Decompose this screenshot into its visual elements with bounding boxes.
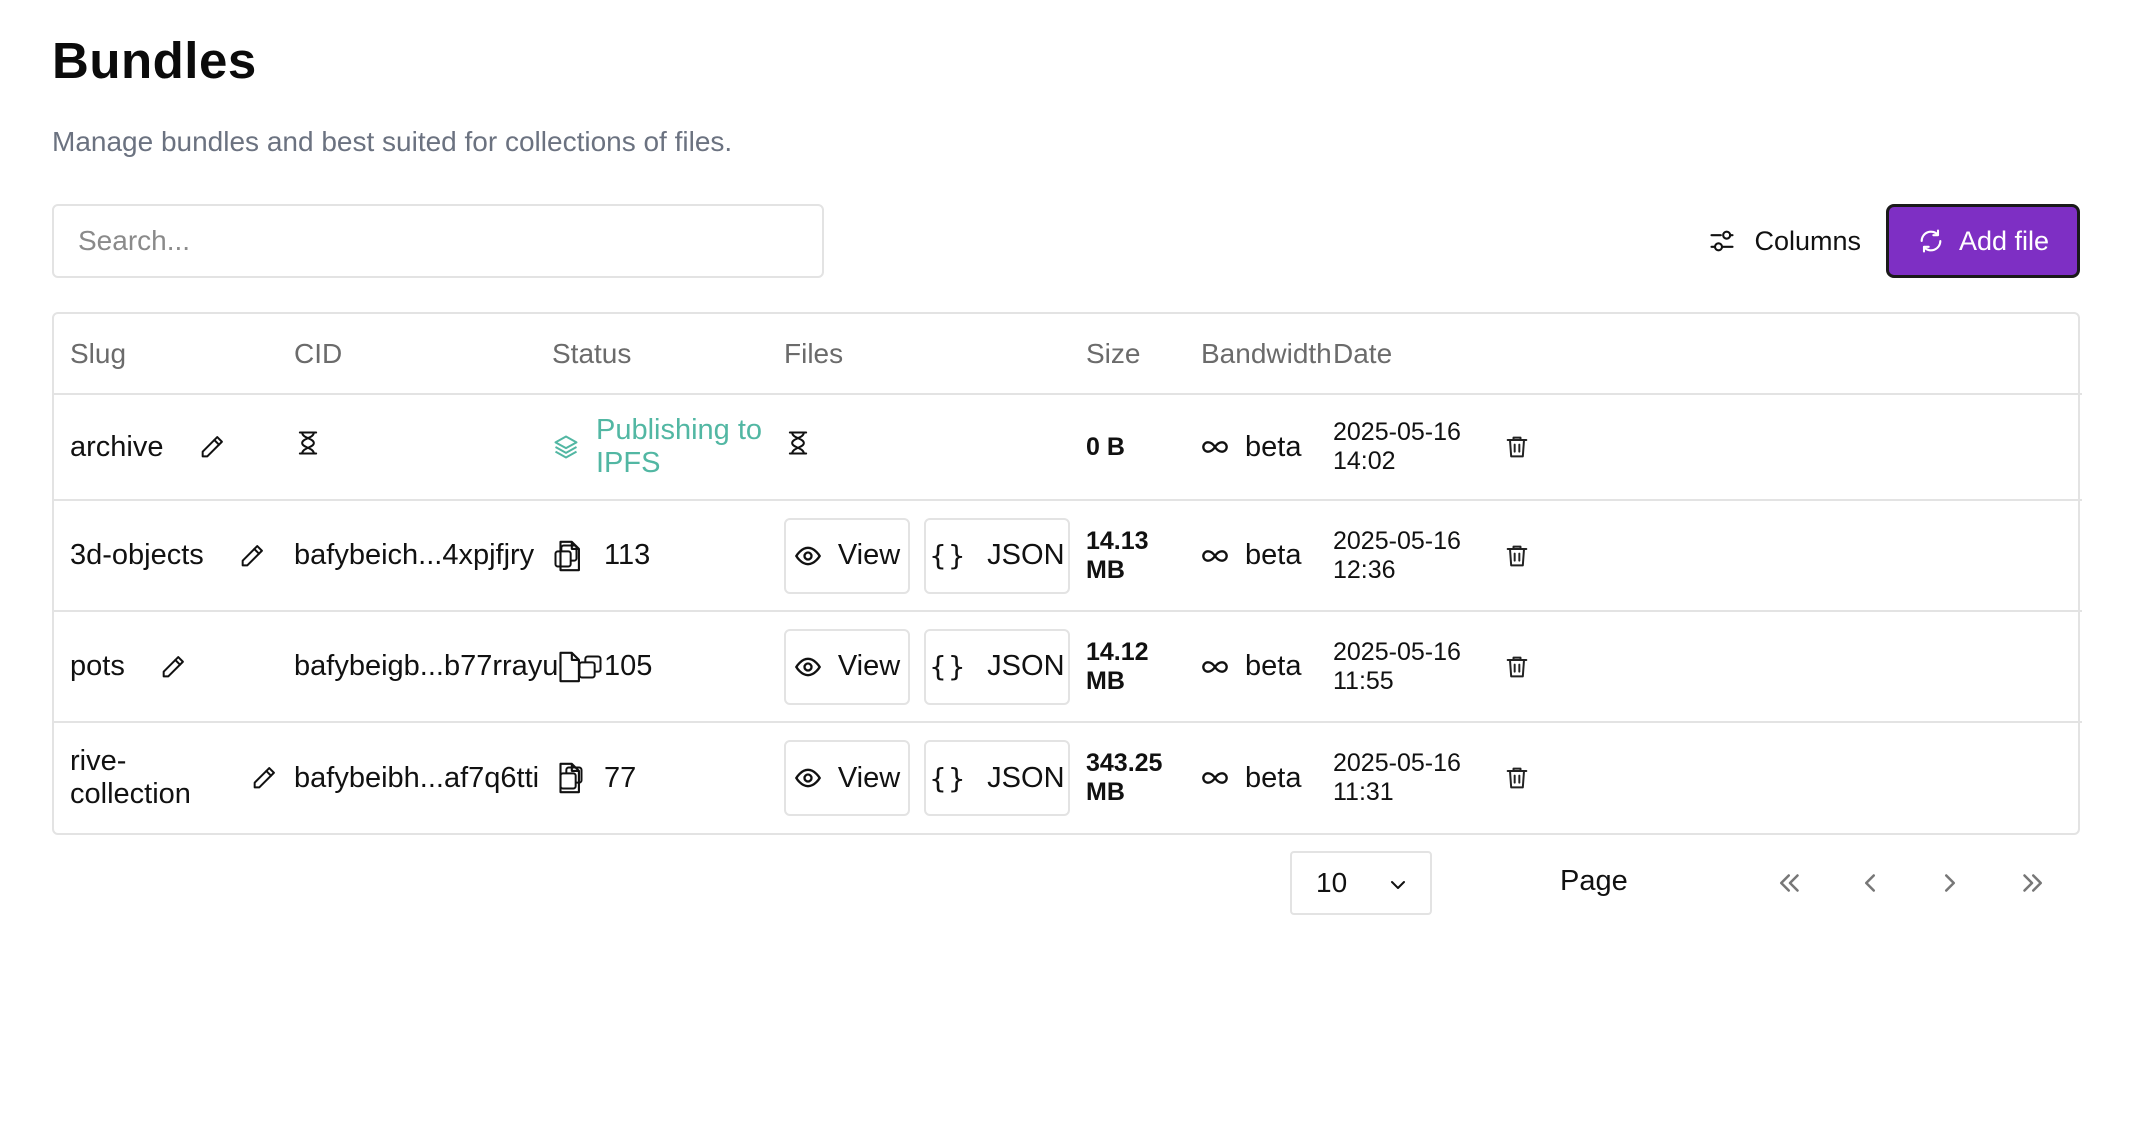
slug-text: archive	[70, 430, 164, 463]
column-header-bandwidth[interactable]: Bandwidth	[1185, 314, 1332, 395]
page-subtitle: Manage bundles and best suited for colle…	[52, 126, 733, 157]
previous-page-button[interactable]	[1852, 865, 1888, 901]
chevrons-left-icon	[1775, 868, 1805, 898]
bandwidth-text: beta	[1245, 761, 1302, 794]
columns-button[interactable]: Columns	[1704, 204, 1865, 278]
bandwidth-text: beta	[1245, 430, 1302, 463]
column-header-cid[interactable]: CID	[278, 314, 536, 395]
trash-icon[interactable]	[1503, 433, 1531, 461]
infinity-icon	[1201, 764, 1229, 792]
table-row: archive Publishing to IPFS 0 B beta 2025	[54, 394, 2082, 501]
date-text: 2025-05-16 14:02	[1317, 394, 1483, 501]
view-button[interactable]: View	[784, 517, 910, 594]
column-header-files[interactable]: Files	[768, 314, 1070, 395]
slug-text: 3d-objects	[70, 539, 204, 571]
file-count: 113	[604, 539, 651, 571]
column-header-date[interactable]: Date	[1317, 314, 1483, 395]
json-button[interactable]: {} JSON	[923, 517, 1070, 594]
eye-icon	[794, 653, 822, 681]
bundles-table: Slug CID Status Files Size Bandwidth Dat…	[52, 312, 2082, 835]
file-count: 105	[604, 650, 653, 682]
search-input[interactable]	[54, 206, 822, 276]
chevron-left-icon	[1855, 868, 1885, 898]
chevron-down-icon	[1386, 873, 1410, 897]
size-text: 0 B	[1070, 394, 1185, 501]
chevrons-right-icon	[2017, 868, 2047, 898]
json-button[interactable]: {} JSON	[923, 628, 1070, 705]
page-label: Page	[1560, 865, 1628, 897]
add-file-button[interactable]: Add file	[1886, 204, 2080, 278]
date-text: 2025-05-16 11:31	[1333, 749, 1461, 806]
refresh-icon	[1917, 227, 1945, 255]
view-label: View	[837, 539, 901, 571]
cid-text: bafybeich...4xpjfjry	[294, 539, 535, 571]
pencil-icon[interactable]	[238, 542, 266, 570]
json-button[interactable]: {} JSON	[923, 740, 1070, 816]
file-icon	[552, 650, 586, 684]
pencil-icon[interactable]	[250, 764, 278, 792]
pencil-icon[interactable]	[159, 653, 187, 681]
table-row: rive-collection bafybeibh...af7q6tti 77	[54, 722, 2082, 833]
view-button[interactable]: View	[784, 628, 910, 705]
slug-text: rive-collection	[70, 745, 191, 810]
page-title: Bundles	[52, 32, 257, 89]
date-text: 2025-05-16 12:36	[1317, 500, 1483, 612]
json-label: JSON	[987, 761, 1065, 794]
file-icon	[552, 761, 586, 795]
braces-icon: {}	[929, 761, 968, 795]
size-text: 343.25 MB	[1086, 749, 1163, 806]
slug-text: pots	[70, 650, 125, 682]
braces-icon: {}	[929, 539, 968, 572]
first-page-button[interactable]	[1772, 865, 1808, 901]
cid-text: bafybeibh...af7q6tti	[294, 761, 540, 794]
table-header-row: Slug CID Status Files Size Bandwidth Dat…	[54, 314, 2082, 395]
chevron-right-icon	[1935, 868, 1965, 898]
bandwidth-text: beta	[1245, 539, 1302, 571]
trash-icon[interactable]	[1503, 653, 1531, 681]
pagination: 10 Page	[52, 851, 2080, 915]
columns-label: Columns	[1754, 225, 1861, 256]
size-text: 14.12 MB	[1070, 611, 1185, 723]
page-size-value: 10	[1316, 867, 1348, 898]
json-label: JSON	[987, 539, 1065, 571]
infinity-icon	[1201, 433, 1229, 461]
next-page-button[interactable]	[1932, 865, 1968, 901]
view-label: View	[837, 650, 901, 682]
infinity-icon	[1201, 653, 1229, 681]
infinity-icon	[1201, 542, 1229, 570]
column-header-slug[interactable]: Slug	[54, 314, 278, 395]
hourglass-icon	[784, 429, 812, 457]
trash-icon[interactable]	[1503, 764, 1531, 792]
status-text: Publishing to IPFS	[596, 414, 763, 479]
eye-icon	[794, 764, 822, 792]
date-text: 2025-05-16 11:55	[1317, 611, 1483, 723]
view-label: View	[837, 761, 901, 794]
column-header-size[interactable]: Size	[1070, 314, 1185, 395]
last-page-button[interactable]	[2014, 865, 2050, 901]
view-button[interactable]: View	[784, 740, 910, 816]
file-count: 77	[604, 761, 637, 794]
layers-icon	[552, 433, 580, 461]
bandwidth-text: beta	[1245, 650, 1302, 682]
sliders-icon	[1708, 227, 1736, 255]
table-row: pots bafybeigb...b77rrayu 105 View {} JS…	[54, 611, 2082, 723]
file-icon	[552, 539, 586, 573]
pencil-icon[interactable]	[198, 433, 226, 461]
hourglass-icon	[294, 429, 322, 457]
size-text: 14.13 MB	[1070, 500, 1185, 612]
trash-icon[interactable]	[1503, 542, 1531, 570]
eye-icon	[794, 542, 822, 570]
search-box	[52, 204, 824, 278]
bundles-page: Bundles Manage bundles and best suited f…	[52, 30, 2082, 915]
column-header-status[interactable]: Status	[536, 314, 768, 395]
json-label: JSON	[987, 650, 1065, 682]
toolbar: Columns Add file	[52, 204, 2080, 278]
table-row: 3d-objects bafybeich...4xpjfjry 113 View…	[54, 500, 2082, 612]
braces-icon: {}	[929, 650, 968, 683]
column-header-actions	[1483, 314, 2082, 395]
add-file-label: Add file	[1958, 225, 2050, 256]
page-size-select[interactable]: 10	[1290, 851, 1432, 915]
cid-text: bafybeigb...b77rrayu	[294, 650, 559, 682]
